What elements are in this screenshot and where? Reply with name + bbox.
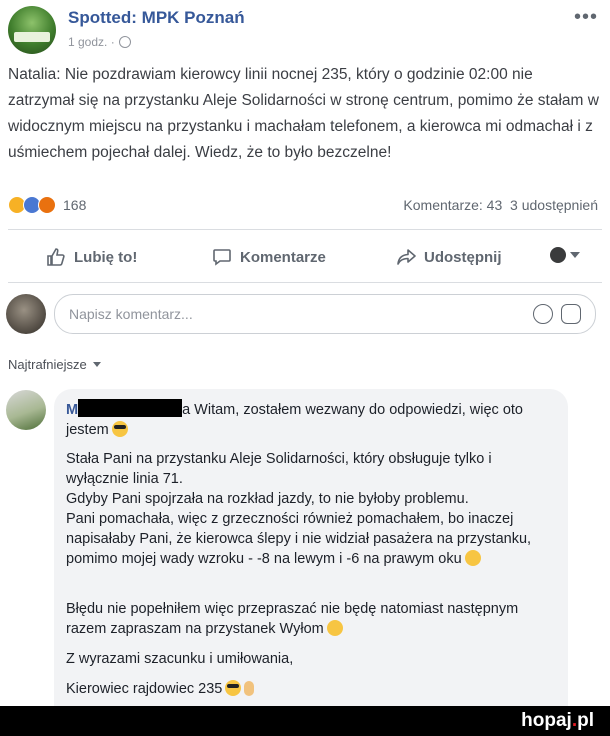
sort-label: Najtrafniejsze bbox=[8, 357, 87, 372]
page-name[interactable]: Spotted: MPK Poznań bbox=[68, 8, 245, 28]
user-avatar[interactable] bbox=[6, 294, 46, 334]
share-button-label: Udostępnij bbox=[424, 248, 502, 266]
comment-input-placeholder: Napisz komentarz... bbox=[69, 306, 193, 322]
comment-sort-dropdown[interactable]: Najtrafniejsze bbox=[8, 357, 101, 372]
sunglasses-emoji-icon bbox=[225, 680, 242, 696]
share-button[interactable]: Udostępnij bbox=[396, 247, 502, 267]
profile-globe-icon bbox=[550, 247, 566, 263]
facebook-post: Spotted: MPK Poznań 1 godz. · ••• Natali… bbox=[0, 0, 610, 706]
comment-line: Stała Pani na przystanku Aleje Solidarno… bbox=[66, 451, 492, 487]
reactions-summary[interactable]: 168 bbox=[8, 196, 86, 214]
watermark-bar: hopaj.pl bbox=[0, 706, 610, 736]
shares-count[interactable]: 3 udostępnień bbox=[510, 197, 598, 213]
engagement-counts: Komentarze: 43 3 udostępnień bbox=[403, 197, 598, 213]
globe-icon bbox=[118, 36, 131, 48]
caret-down-icon bbox=[570, 252, 580, 258]
comment-line: Pani pomachała, więc z grzeczności równi… bbox=[66, 511, 532, 567]
comment-input[interactable]: Napisz komentarz... bbox=[54, 294, 596, 334]
post-text: Natalia: Nie pozdrawiam kierowcy linii n… bbox=[8, 66, 599, 161]
site-logo: hopaj.pl bbox=[521, 710, 594, 731]
comment-line: Gdyby Pani spojrzała na rozkład jazdy, t… bbox=[66, 491, 469, 507]
page-avatar[interactable] bbox=[8, 6, 56, 54]
share-arrow-icon bbox=[397, 249, 416, 265]
comment-line: Błędu nie popełniłem więc przepraszać ni… bbox=[66, 601, 519, 637]
like-button-label: Lubię to! bbox=[74, 248, 138, 266]
audience-selector[interactable] bbox=[550, 247, 580, 263]
sticker-icon[interactable] bbox=[561, 304, 581, 324]
divider bbox=[8, 282, 602, 283]
comment-button[interactable]: Komentarze bbox=[212, 247, 326, 267]
redaction-bar bbox=[78, 399, 183, 417]
more-options-icon[interactable]: ••• bbox=[574, 6, 598, 29]
sunglasses-emoji-icon bbox=[111, 421, 128, 437]
comment-line: Ma Witam, zostałem wezwany do odpowiedzi… bbox=[66, 399, 558, 440]
caret-down-icon bbox=[92, 362, 101, 367]
comment-line: Kierowiec rajdowiec 235 bbox=[66, 679, 558, 699]
blush-emoji-icon bbox=[326, 620, 343, 636]
smile-emoji-icon bbox=[464, 550, 481, 566]
divider bbox=[8, 229, 602, 230]
like-button[interactable]: Lubię to! bbox=[46, 247, 137, 267]
post-meta: 1 godz. · bbox=[68, 35, 131, 49]
comment-bubble: Ma Witam, zostałem wezwany do odpowiedzi… bbox=[54, 389, 568, 706]
comment-line: Z wyrazami szacunku i umiłowania, bbox=[66, 651, 294, 667]
comments-count[interactable]: Komentarze: 43 bbox=[403, 197, 502, 213]
comment-author[interactable]: M bbox=[66, 402, 78, 418]
reaction-count: 168 bbox=[63, 197, 87, 213]
post-time[interactable]: 1 godz. · bbox=[68, 35, 115, 49]
commenter-avatar[interactable] bbox=[6, 390, 46, 430]
comment-icon bbox=[213, 249, 231, 266]
emoji-icon[interactable] bbox=[533, 304, 553, 324]
ok-hand-emoji-icon bbox=[244, 681, 255, 696]
angry-reaction-icon bbox=[38, 196, 56, 214]
thumbs-up-icon bbox=[47, 248, 65, 266]
comment-button-label: Komentarze bbox=[240, 248, 326, 266]
